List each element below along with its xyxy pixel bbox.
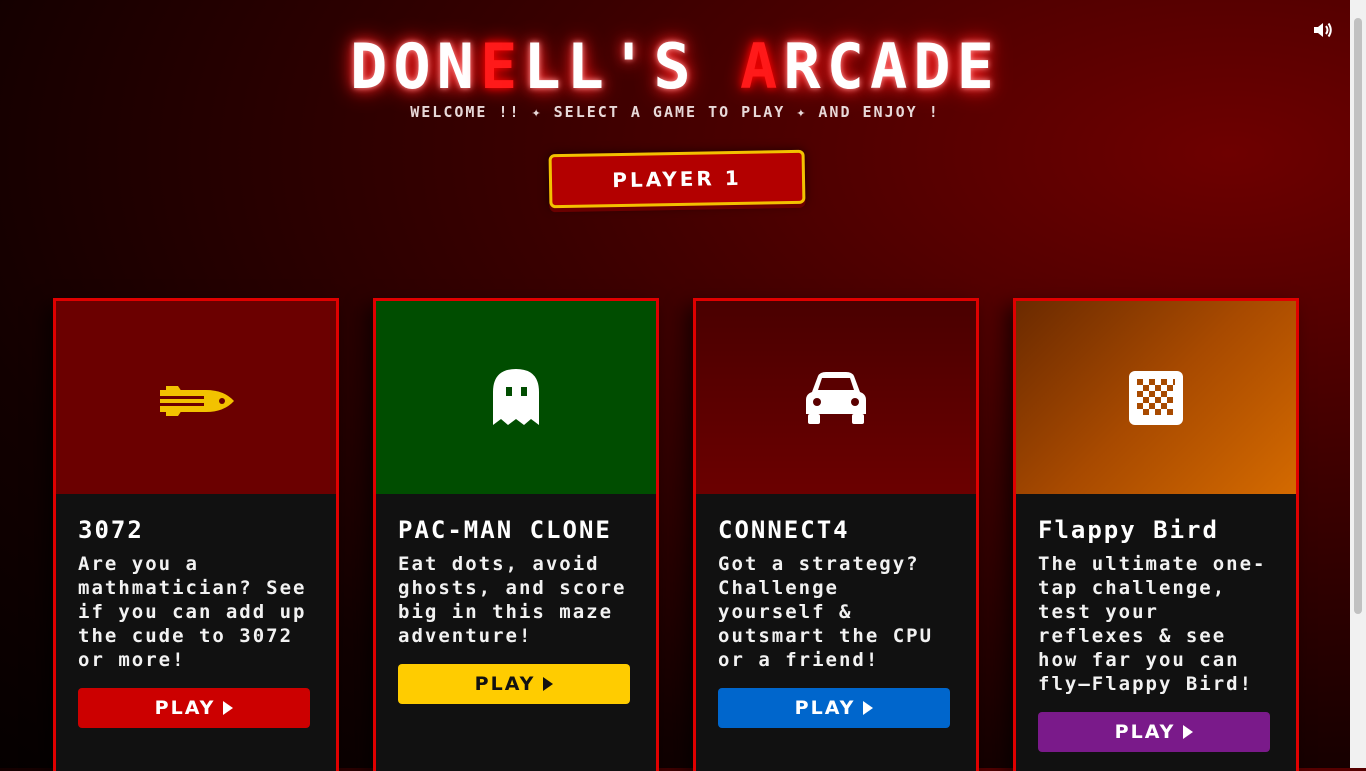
game-title: Flappy Bird (1038, 516, 1219, 544)
game-description: Eat dots, avoid ghosts, and score big in… (398, 553, 627, 647)
card-banner (376, 301, 656, 494)
play-icon (863, 701, 874, 715)
page-title: DONELL'S ARCADE (350, 30, 1000, 103)
play-icon (1183, 725, 1194, 739)
game-title: CONNECT4 (718, 516, 850, 544)
card-banner (696, 301, 976, 494)
car-icon (806, 371, 866, 424)
rocket-icon (160, 385, 234, 416)
play-button[interactable]: PLAY (718, 688, 950, 728)
game-card-3072: 3072 Are you a mathmatician? See if you … (53, 298, 339, 771)
game-title: 3072 (78, 516, 144, 544)
scrollbar[interactable] (1350, 0, 1366, 768)
game-description: Got a strategy? Challenge yourself & out… (718, 553, 934, 671)
game-card-flappy-bird: Flappy Bird The ultimate one-tap challen… (1013, 298, 1299, 771)
game-description: Are you a mathmatician? See if you can a… (78, 553, 307, 671)
game-card-pacman: PAC-MAN CLONE Eat dots, avoid ghosts, an… (373, 298, 659, 771)
checkerboard-icon (1129, 370, 1183, 425)
card-banner (56, 301, 336, 494)
play-button[interactable]: PLAY (398, 664, 630, 704)
game-title: PAC-MAN CLONE (398, 516, 612, 544)
play-button[interactable]: PLAY (78, 688, 310, 728)
scrollbar-thumb[interactable] (1354, 18, 1362, 614)
card-banner (1016, 301, 1296, 494)
play-icon (223, 701, 234, 715)
page-subtitle: WELCOME !! ✦ SELECT A GAME TO PLAY ✦ AND… (410, 103, 940, 121)
ghost-icon (493, 368, 539, 425)
player-button[interactable]: PLAYER 1 (548, 149, 806, 209)
play-icon (543, 677, 554, 691)
game-description: The ultimate one-tap challenge, test you… (1038, 553, 1267, 695)
play-button[interactable]: PLAY (1038, 712, 1270, 752)
game-card-connect4: CONNECT4 Got a strategy? Challenge yours… (693, 298, 979, 771)
